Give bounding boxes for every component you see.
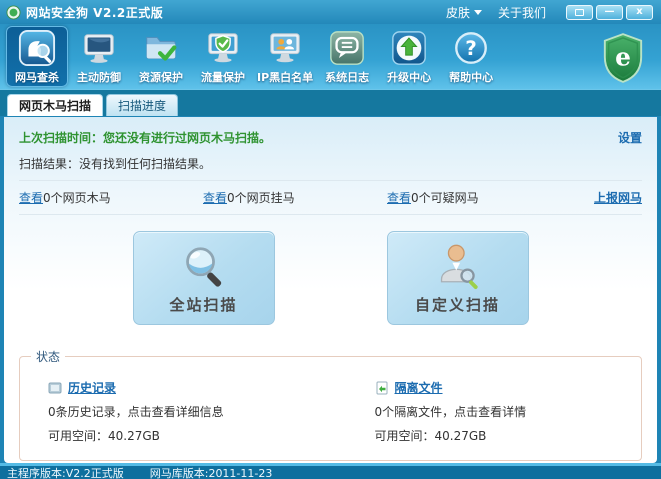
tab-scan-progress[interactable]: 扫描进度 [106,94,178,116]
status-section-legend: 状态 [31,348,65,365]
tab-label: 扫描进度 [118,97,166,114]
horse-magnifier-icon [18,29,56,67]
skin-menu-button[interactable]: 皮肤 [446,4,482,21]
view-suspicious-count: 查看0个可疑网马 [387,189,571,206]
monitor-icon [80,29,118,67]
nav-item-help-center[interactable]: ? 帮助中心 [440,26,502,87]
quarantine-free-space: 可用空间：40.27GB [375,427,642,444]
minimize-button[interactable]: — [596,5,623,20]
question-icon: ? [452,29,490,67]
full-scan-label: 全站扫描 [169,294,237,315]
history-detail: 0条历史记录，点击查看详细信息 [48,403,331,420]
nav-label: IP黑白名单 [257,69,313,85]
nav-item-traffic-protection[interactable]: 流量保护 [192,26,254,87]
scan-result-message: 扫描结果：没有找到任何扫描结果。 [19,155,642,172]
quarantine-file-icon [375,381,389,395]
history-block: 历史记录 0条历史记录，点击查看详细信息 可用空间：40.27GB [20,379,331,444]
view-suspicious-link[interactable]: 查看 [387,191,411,205]
svg-text:e: e [615,42,631,71]
status-section: 状态 历史记录 0条历史记录，点击查看详细信息 可用空间：40.27GB [19,348,642,461]
view-hung-link[interactable]: 查看 [203,191,227,205]
close-button[interactable]: x [626,5,653,20]
nav-label: 流量保护 [201,69,245,85]
title-bar: 网站安全狗 V2.2正式版 皮肤 关于我们 — x [0,0,661,24]
report-trojan-link[interactable]: 上报网马 [594,189,642,206]
about-us-button[interactable]: 关于我们 [498,4,546,21]
last-scan-message: 上次扫描时间：您还没有进行过网页木马扫描。 [19,129,271,146]
speech-bubble-icon [328,29,366,67]
magnifier-icon [178,241,230,293]
app-logo-icon [6,5,21,20]
quarantine-link[interactable]: 隔离文件 [395,379,443,396]
about-us-label: 关于我们 [498,4,546,21]
nav-item-resource-protection[interactable]: 资源保护 [130,26,192,87]
custom-scan-label: 自定义扫描 [415,294,500,315]
app-window: 网站安全狗 V2.2正式版 皮肤 关于我们 — x [0,0,661,479]
program-version-text: 主程序版本:V2.2正式版 [7,465,124,479]
shield-e-logo: e [601,31,645,85]
nav-label: 系统日志 [325,69,369,85]
divider [19,214,642,215]
view-hung-count: 查看0个网页挂马 [203,189,387,206]
custom-scan-button[interactable]: 自定义扫描 [387,231,529,325]
settings-link[interactable]: 设置 [618,129,642,146]
upgrade-arrow-icon [390,29,428,67]
svg-text:?: ? [465,36,477,60]
view-trojan-count: 查看0个网页木马 [19,189,203,206]
suspicious-count-text: 0个可疑网马 [411,191,479,205]
nav-item-active-defense[interactable]: 主动防御 [68,26,130,87]
window-controls: — x [566,5,653,20]
divider [19,180,642,181]
history-free-space: 可用空间：40.27GB [48,427,331,444]
skin-menu-label: 皮肤 [446,4,470,21]
hung-count-text: 0个网页挂马 [227,191,295,205]
nav-item-upgrade-center[interactable]: 升级中心 [378,26,440,87]
quarantine-detail: 0个隔离文件，点击查看详情 [375,403,642,420]
nav-item-webshell-scan[interactable]: 网马查杀 [6,26,68,87]
main-panel: 上次扫描时间：您还没有进行过网页木马扫描。 设置 扫描结果：没有找到任何扫描结果… [4,117,657,463]
tab-webshell-scan[interactable]: 网页木马扫描 [7,94,103,116]
window-title: 网站安全狗 V2.2正式版 [26,4,163,21]
history-link[interactable]: 历史记录 [68,379,116,396]
tray-button[interactable] [566,5,593,20]
nav-label: 资源保护 [139,69,183,85]
main-toolbar: 网马查杀 主动防御 资源保护 [0,24,661,89]
trojan-count-text: 0个网页木马 [43,191,111,205]
signature-version-text: 网马库版本:2011-11-23 [150,465,273,479]
nav-label: 帮助中心 [449,69,493,85]
nav-label: 升级中心 [387,69,431,85]
nav-item-system-log[interactable]: 系统日志 [316,26,378,87]
history-icon [48,381,62,395]
quarantine-block: 隔离文件 0个隔离文件，点击查看详情 可用空间：40.27GB [331,379,642,444]
tab-bar: 网页木马扫描 扫描进度 [0,89,661,116]
view-trojan-link[interactable]: 查看 [19,191,43,205]
window-icon [575,9,584,16]
monitor-shield-icon [204,29,242,67]
nav-label: 主动防御 [77,69,121,85]
tab-label: 网页木马扫描 [19,97,91,114]
full-scan-button[interactable]: 全站扫描 [133,231,275,325]
monitor-users-icon [266,29,304,67]
user-magnifier-icon [432,241,484,293]
nav-label: 网马查杀 [15,69,59,85]
folder-check-icon [142,29,180,67]
chevron-down-icon [474,10,482,15]
status-bar: 主程序版本:V2.2正式版 网马库版本:2011-11-23 [0,463,661,479]
nav-item-ip-blacklist[interactable]: IP黑白名单 [254,26,316,87]
